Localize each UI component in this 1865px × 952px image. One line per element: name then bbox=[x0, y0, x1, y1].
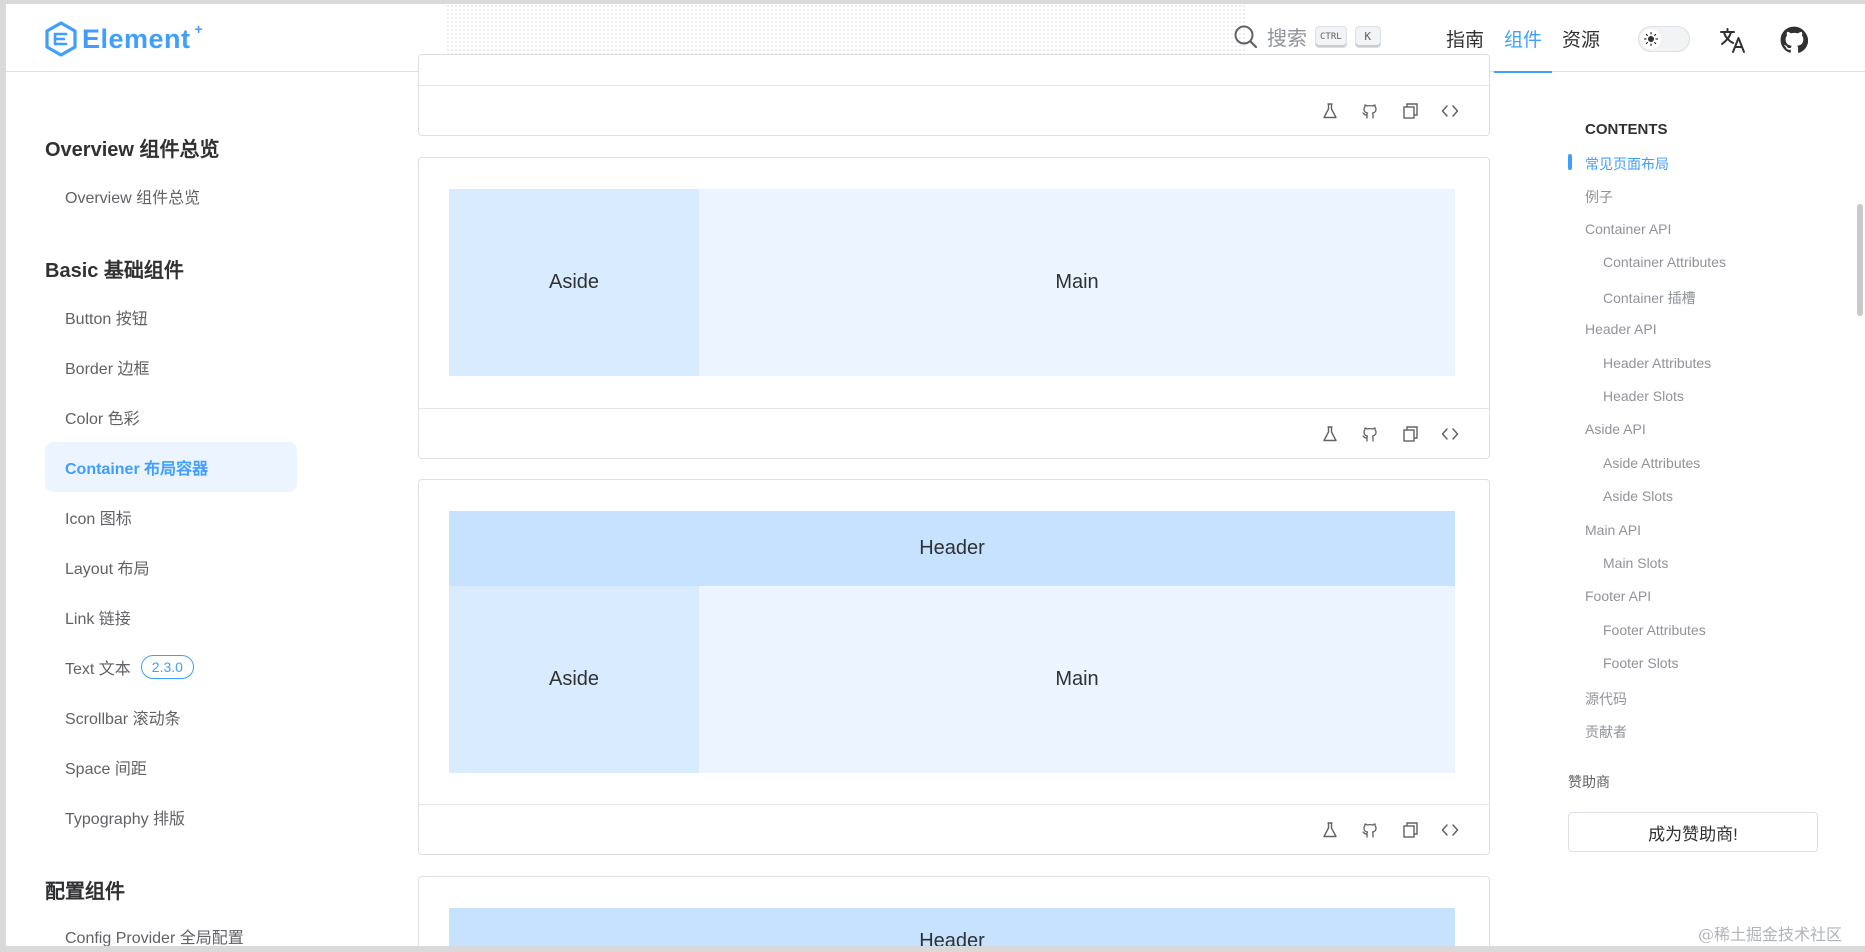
sidebar-item-scrollbar[interactable]: Scrollbar 滚动条 bbox=[45, 692, 297, 742]
sidebar-item-border[interactable]: Border 边框 bbox=[45, 342, 297, 392]
demo-main: Main bbox=[699, 189, 1455, 376]
nav-resources[interactable]: 资源 bbox=[1552, 4, 1610, 72]
demo-toolbar bbox=[419, 408, 1489, 458]
demo-card-previous bbox=[418, 54, 1490, 136]
github-icon[interactable] bbox=[1361, 425, 1379, 443]
sidebar-item-container[interactable]: Container 布局容器 bbox=[45, 442, 297, 492]
sidebar-group-basic: Basic 基础组件 bbox=[45, 260, 184, 282]
toc-item[interactable]: Header API bbox=[1585, 321, 1657, 337]
demo-header: Header bbox=[449, 511, 1455, 586]
flask-icon[interactable] bbox=[1321, 102, 1339, 120]
flask-icon[interactable] bbox=[1321, 425, 1339, 443]
toc-item[interactable]: Footer Attributes bbox=[1603, 622, 1706, 638]
toc-item[interactable]: 例子 bbox=[1585, 187, 1613, 207]
sidebar-group-overview: Overview 组件总览 bbox=[45, 139, 220, 161]
search-button[interactable]: 搜索 CTRL K bbox=[1233, 22, 1381, 51]
sidebar-item-link[interactable]: Link 链接 bbox=[45, 592, 297, 642]
toc-item[interactable]: Container 插槽 bbox=[1603, 288, 1696, 308]
kbd-ctrl: CTRL bbox=[1315, 25, 1347, 48]
sidebar-item-label: Border 边框 bbox=[65, 361, 150, 378]
sidebar-item-label: Config Provider 全局配置 bbox=[65, 930, 244, 947]
search-icon bbox=[1233, 24, 1259, 50]
theme-toggle[interactable] bbox=[1638, 26, 1690, 52]
toc-title: CONTENTS bbox=[1585, 121, 1668, 138]
toc-item[interactable]: Footer Slots bbox=[1603, 655, 1678, 671]
github-icon[interactable] bbox=[1361, 102, 1379, 120]
demo-main: Main bbox=[699, 586, 1455, 773]
app-window: Element + 搜索 CTRL K 指南 组件 资源 Overview 组件… bbox=[0, 0, 1865, 952]
demo-toolbar bbox=[419, 804, 1489, 854]
toc-item[interactable]: Aside API bbox=[1585, 421, 1646, 437]
copy-icon[interactable] bbox=[1401, 821, 1419, 839]
sidebar-item-space[interactable]: Space 间距 bbox=[45, 742, 297, 792]
sidebar-item-label: Icon 图标 bbox=[65, 511, 132, 528]
demo-card-header-aside-main: Header Aside Main bbox=[418, 479, 1490, 855]
sidebar: Overview 组件总览 Overview 组件总览 Basic 基础组件 B… bbox=[6, 72, 346, 947]
sidebar-item-label: Scrollbar 滚动条 bbox=[65, 711, 181, 728]
table-of-contents: CONTENTS 常见页面布局 例子 Container API Contain… bbox=[1560, 72, 1860, 946]
sidebar-item-text[interactable]: Text 文本 2.3.0 bbox=[45, 642, 297, 692]
header-dot-pattern bbox=[446, 4, 1246, 58]
sidebar-item-button[interactable]: Button 按钮 bbox=[45, 292, 297, 342]
logo[interactable]: Element + bbox=[44, 21, 203, 57]
demo-toolbar bbox=[419, 85, 1489, 135]
sidebar-item-overview[interactable]: Overview 组件总览 bbox=[45, 171, 297, 221]
translate-icon[interactable] bbox=[1719, 26, 1747, 54]
window-border-bottom bbox=[0, 946, 1865, 952]
scrollbar-thumb[interactable] bbox=[1857, 204, 1863, 316]
demo-card-aside-main: Aside Main bbox=[418, 157, 1490, 459]
sidebar-item-icon[interactable]: Icon 图标 bbox=[45, 492, 297, 542]
copy-icon[interactable] bbox=[1401, 102, 1419, 120]
sponsor-label: 赞助商 bbox=[1568, 774, 1610, 790]
watermark: @稀土掘金技术社区 bbox=[1698, 925, 1843, 944]
toc-item[interactable]: Header Attributes bbox=[1603, 355, 1711, 371]
sidebar-item-label: Layout 布局 bbox=[65, 561, 150, 578]
toc-active-marker bbox=[1568, 154, 1572, 170]
sidebar-item-label: Text 文本 bbox=[65, 661, 131, 678]
sidebar-item-label: Link 链接 bbox=[65, 611, 131, 628]
kbd-k: K bbox=[1354, 25, 1381, 48]
github-icon[interactable] bbox=[1780, 26, 1808, 54]
sidebar-item-label: Container 布局容器 bbox=[65, 461, 209, 478]
sidebar-item-label: Space 间距 bbox=[65, 761, 147, 778]
toc-item[interactable]: 源代码 bbox=[1585, 689, 1627, 709]
toc-item[interactable]: Container API bbox=[1585, 221, 1671, 237]
sidebar-item-color[interactable]: Color 色彩 bbox=[45, 392, 297, 442]
demo-aside: Aside bbox=[449, 586, 699, 773]
flask-icon[interactable] bbox=[1321, 821, 1339, 839]
element-logo-icon bbox=[45, 21, 77, 57]
version-badge: 2.3.0 bbox=[140, 655, 194, 679]
sidebar-group-config: 配置组件 bbox=[45, 881, 125, 903]
sidebar-item-label: Color 色彩 bbox=[65, 411, 140, 428]
code-icon[interactable] bbox=[1441, 821, 1459, 839]
sidebar-item-layout[interactable]: Layout 布局 bbox=[45, 542, 297, 592]
sidebar-item-label: Overview 组件总览 bbox=[65, 190, 201, 207]
sidebar-item-label: Typography 排版 bbox=[65, 811, 186, 828]
toc-item[interactable]: Main Slots bbox=[1603, 555, 1668, 571]
demo-aside: Aside bbox=[449, 189, 699, 376]
become-sponsor-button[interactable]: 成为赞助商! bbox=[1568, 812, 1818, 852]
logo-plus: + bbox=[194, 21, 203, 37]
toc-item[interactable]: Footer API bbox=[1585, 588, 1651, 604]
toc-item[interactable]: Header Slots bbox=[1603, 388, 1684, 404]
demo-card-next: Header bbox=[418, 876, 1490, 952]
toc-item[interactable]: Container Attributes bbox=[1603, 254, 1726, 270]
code-icon[interactable] bbox=[1441, 102, 1459, 120]
nav-components[interactable]: 组件 bbox=[1494, 4, 1553, 73]
toc-item[interactable]: Main API bbox=[1585, 522, 1641, 538]
code-icon[interactable] bbox=[1441, 425, 1459, 443]
toc-item[interactable]: 常见页面布局 bbox=[1585, 154, 1669, 174]
sidebar-item-typography[interactable]: Typography 排版 bbox=[45, 792, 297, 842]
copy-icon[interactable] bbox=[1401, 425, 1419, 443]
toc-item[interactable]: Aside Attributes bbox=[1603, 455, 1700, 471]
logo-text: Element bbox=[82, 23, 191, 54]
toc-item[interactable]: 贡献者 bbox=[1585, 722, 1627, 742]
sidebar-item-label: Button 按钮 bbox=[65, 311, 148, 328]
search-label: 搜索 bbox=[1267, 28, 1307, 50]
toc-item[interactable]: Aside Slots bbox=[1603, 488, 1673, 504]
sun-icon bbox=[1641, 29, 1661, 49]
github-icon[interactable] bbox=[1361, 821, 1379, 839]
